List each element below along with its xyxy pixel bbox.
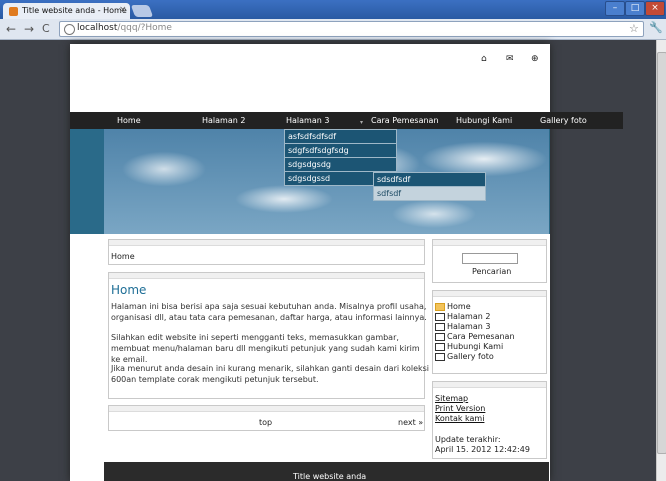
submenu-level-2: sdsdfsdf sdfsdf — [373, 172, 486, 201]
globe-icon — [64, 24, 75, 35]
submenu-item[interactable]: sdsdfsdf — [374, 173, 485, 187]
page-icon — [435, 352, 445, 361]
menu-item-home[interactable]: Home — [117, 116, 141, 125]
page-icon — [435, 322, 445, 331]
address-bar[interactable]: localhost/qqq/?Home ☆ — [59, 21, 644, 37]
sitemap-link[interactable]: Sitemap — [435, 394, 468, 403]
bookmark-star-icon[interactable]: ☆ — [629, 22, 639, 35]
mail-icon[interactable]: ✉ — [506, 54, 514, 64]
tab-close-icon[interactable]: × — [119, 5, 127, 15]
url-text: localhost/qqq/?Home — [77, 23, 172, 33]
folder-icon — [435, 302, 445, 311]
sidebar-item-hubungi-kami[interactable]: Hubungi Kami — [435, 342, 503, 351]
submenu-item[interactable]: sdgfsdfsdgfsdg — [285, 144, 396, 158]
kontak-kami-link[interactable]: Kontak kami — [435, 414, 484, 423]
sidebar-item-home[interactable]: Home — [435, 302, 471, 311]
reload-icon[interactable]: C — [42, 22, 50, 35]
minimize-button[interactable]: – — [605, 1, 625, 16]
close-window-button[interactable]: × — [645, 1, 665, 16]
box-header — [433, 291, 546, 297]
menu-item-hubungi-kami[interactable]: Hubungi Kami — [456, 116, 512, 125]
sidebar-item-cara-pemesanan[interactable]: Cara Pemesanan — [435, 332, 515, 341]
content-paragraph: Halaman ini bisa berisi apa saja sesuai … — [111, 302, 427, 322]
dropdown-arrow-icon: ▾ — [360, 119, 364, 126]
submenu-item-highlighted[interactable]: sdfsdf — [374, 187, 485, 200]
menu-item-halaman-2[interactable]: Halaman 2 — [202, 116, 245, 125]
menu-item-halaman-3[interactable]: Halaman 3 — [286, 116, 329, 125]
scrollbar-thumb[interactable] — [657, 52, 666, 454]
sitemap-icon[interactable]: ⊕ — [531, 54, 539, 64]
next-link[interactable]: next » — [398, 418, 423, 427]
favicon-icon — [9, 7, 18, 16]
page-icon — [435, 342, 445, 351]
print-version-link[interactable]: Print Version — [435, 404, 485, 413]
tab-title: Title website anda - Home — [22, 6, 127, 15]
home-icon[interactable]: ⌂ — [481, 54, 487, 64]
footer-text: Title website anda — [293, 472, 367, 481]
update-label: Update terakhir: — [435, 435, 501, 444]
browser-tab[interactable]: Title website anda - Home × — [3, 3, 130, 19]
breadcrumb[interactable]: Home — [111, 252, 135, 261]
sidebar-item-gallery-foto[interactable]: Gallery foto — [435, 352, 494, 361]
page-title: Home — [111, 283, 147, 297]
submenu-item[interactable]: asfsdfsdfsdf — [285, 130, 396, 144]
wrench-icon[interactable]: 🔧 — [649, 21, 663, 34]
sidebar-item-halaman-2[interactable]: Halaman 2 — [435, 312, 490, 321]
back-icon[interactable]: ← — [6, 22, 16, 36]
browser-toolbar: ← → C localhost/qqq/?Home ☆ — [0, 19, 666, 40]
box-header — [109, 273, 424, 279]
page-icon — [435, 332, 445, 341]
update-date: April 15. 2012 12:42:49 — [435, 445, 530, 454]
sidebar-item-halaman-3[interactable]: Halaman 3 — [435, 322, 490, 331]
forward-icon[interactable]: → — [24, 22, 34, 36]
breadcrumb-box — [108, 239, 425, 265]
top-link[interactable]: top — [259, 418, 272, 427]
content-paragraph: Silahkan edit website ini seperti mengga… — [111, 333, 420, 364]
box-header — [433, 382, 546, 388]
search-input[interactable] — [462, 253, 518, 264]
new-tab-button[interactable] — [130, 5, 154, 17]
menu-item-cara-pemesanan[interactable]: Cara Pemesanan — [371, 116, 439, 125]
box-header — [109, 406, 424, 412]
box-header — [433, 240, 546, 246]
submenu-item[interactable]: sdgsdgsdg — [285, 158, 396, 172]
page-icon — [435, 312, 445, 321]
menu-item-gallery-foto[interactable]: Gallery foto — [540, 116, 587, 125]
content-paragraph: Jika menurut anda desain ini kurang mena… — [111, 364, 430, 384]
search-label[interactable]: Pencarian — [472, 267, 511, 276]
box-header — [109, 240, 424, 246]
maximize-button[interactable]: □ — [625, 1, 645, 16]
